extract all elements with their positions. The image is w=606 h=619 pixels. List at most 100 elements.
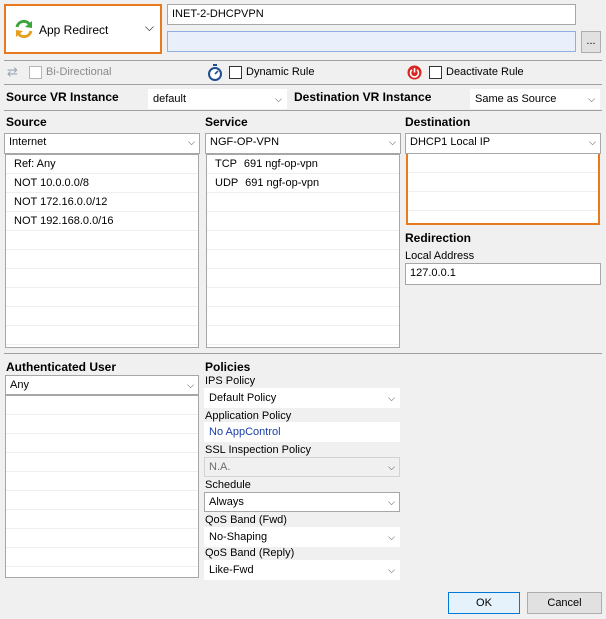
ok-button[interactable]: OK: [448, 592, 520, 614]
dynamic-rule-checkbox[interactable]: [229, 66, 242, 79]
bidirectional-label: Bi-Directional: [46, 66, 112, 78]
list-item-empty: [6, 434, 198, 453]
deactivate-rule-checkbox[interactable]: [429, 66, 442, 79]
schedule-value: Always: [209, 496, 244, 508]
deactivate-rule-label: Deactivate Rule: [446, 66, 524, 78]
source-select[interactable]: Internet ⌵: [4, 133, 200, 154]
ips-policy-value: Default Policy: [209, 392, 277, 404]
list-item-empty: [6, 307, 198, 326]
application-policy-field[interactable]: No AppControl: [204, 422, 400, 442]
list-item[interactable]: TCP 691 ngf-op-vpn: [207, 155, 399, 174]
list-item-empty: [6, 288, 198, 307]
rule-type-dropdown[interactable]: App Redirect ⌵: [4, 4, 162, 54]
cancel-button[interactable]: Cancel: [527, 592, 602, 614]
qos-fwd-select[interactable]: No-Shaping ⌵: [204, 527, 400, 547]
destination-vr-select[interactable]: Same as Source ⌵: [470, 89, 600, 109]
service-list[interactable]: TCP 691 ngf-op-vpn UDP 691 ngf-op-vpn: [206, 154, 400, 348]
list-item-empty: [6, 231, 198, 250]
qos-reply-select[interactable]: Like-Fwd ⌵: [204, 560, 400, 580]
authenticated-user-value: Any: [10, 379, 29, 391]
list-item[interactable]: NOT 192.168.0.0/16: [6, 212, 198, 231]
chevron-down-icon: ⌵: [388, 393, 395, 403]
list-item-empty: [6, 269, 198, 288]
list-item-empty: [207, 193, 399, 212]
ips-policy-select[interactable]: Default Policy ⌵: [204, 388, 400, 408]
source-label: Source: [6, 115, 47, 129]
source-list[interactable]: Ref: Any NOT 10.0.0.0/8 NOT 172.16.0.0/1…: [5, 154, 199, 348]
ssl-inspection-value: N.A.: [209, 461, 231, 473]
qos-fwd-value: No-Shaping: [209, 531, 268, 543]
stopwatch-icon: [208, 64, 222, 81]
list-item-empty: [408, 154, 598, 173]
list-item-empty: [207, 288, 399, 307]
separator: [4, 60, 602, 61]
service-select[interactable]: NGF-OP-VPN ⌵: [205, 133, 401, 154]
qos-fwd-label: QoS Band (Fwd): [205, 514, 287, 526]
separator: [4, 353, 602, 354]
list-item-empty: [207, 269, 399, 288]
ssl-inspection-select: N.A. ⌵: [204, 457, 400, 477]
refresh-arrows-icon: [15, 19, 33, 39]
list-item-empty: [6, 472, 198, 491]
list-item-empty: [6, 491, 198, 510]
bidirectional-icon: ⇄: [7, 64, 18, 79]
source-selected-value: Internet: [9, 136, 47, 148]
list-item[interactable]: UDP 691 ngf-op-vpn: [207, 174, 399, 193]
rule-name-input[interactable]: INET-2-DHCPVPN: [167, 4, 576, 25]
browse-button[interactable]: ...: [581, 31, 601, 53]
chevron-down-icon: ⌵: [589, 137, 596, 147]
chevron-down-icon: ⌵: [275, 94, 282, 104]
authenticated-user-select[interactable]: Any ⌵: [5, 375, 199, 395]
list-item-empty: [207, 250, 399, 269]
qos-reply-value: Like-Fwd: [209, 564, 254, 576]
service-detail: 691 ngf-op-vpn: [243, 158, 318, 170]
redirection-label: Redirection: [405, 231, 472, 245]
rule-description-input[interactable]: [167, 31, 576, 52]
chevron-down-icon: ⌵: [588, 94, 595, 104]
application-policy-label: Application Policy: [205, 410, 292, 422]
list-item[interactable]: NOT 172.16.0.0/12: [6, 193, 198, 212]
local-address-label: Local Address: [405, 250, 475, 262]
policies-label: Policies: [205, 360, 251, 374]
bidirectional-checkbox[interactable]: [29, 66, 42, 79]
list-item-empty: [6, 453, 198, 472]
authenticated-user-list[interactable]: [5, 395, 199, 578]
source-vr-select[interactable]: default ⌵: [148, 89, 287, 109]
service-detail: 691 ngf-op-vpn: [245, 177, 320, 189]
source-vr-value: default: [153, 93, 187, 105]
destination-select[interactable]: DHCP1 Local IP ⌵: [405, 133, 601, 154]
destination-list[interactable]: [406, 154, 600, 225]
chevron-down-icon: ⌵: [389, 137, 396, 147]
authenticated-user-label: Authenticated User: [6, 360, 117, 374]
list-item[interactable]: NOT 10.0.0.0/8: [6, 174, 198, 193]
destination-label: Destination: [405, 115, 471, 129]
list-item-empty: [207, 307, 399, 326]
chevron-down-icon: ⌵: [388, 497, 395, 507]
chevron-down-icon: ⌵: [187, 380, 194, 390]
list-item-empty: [408, 173, 598, 192]
service-selected-value: NGF-OP-VPN: [210, 136, 280, 148]
list-item-empty: [6, 250, 198, 269]
list-item-empty: [6, 510, 198, 529]
ips-policy-label: IPS Policy: [205, 375, 256, 387]
chevron-down-icon: ⌵: [144, 20, 154, 34]
schedule-label: Schedule: [205, 479, 251, 491]
source-vr-label: Source VR Instance: [6, 90, 119, 104]
list-item-empty: [6, 529, 198, 548]
local-address-input[interactable]: 127.0.0.1: [405, 263, 601, 285]
destination-selected-value: DHCP1 Local IP: [410, 136, 491, 148]
schedule-select[interactable]: Always ⌵: [204, 492, 400, 512]
list-item-empty: [6, 548, 198, 567]
rule-type-label: App Redirect: [39, 23, 109, 37]
list-item-empty: [207, 326, 399, 345]
qos-reply-label: QoS Band (Reply): [205, 547, 295, 559]
list-item[interactable]: Ref: Any: [6, 155, 198, 174]
list-item-empty: [408, 192, 598, 211]
list-item-empty: [6, 567, 198, 577]
service-proto: TCP: [215, 158, 237, 170]
ssl-inspection-label: SSL Inspection Policy: [205, 444, 311, 456]
destination-vr-value: Same as Source: [475, 93, 557, 105]
service-proto: UDP: [215, 177, 239, 189]
list-item-empty: [6, 415, 198, 434]
dynamic-rule-label: Dynamic Rule: [246, 66, 315, 78]
